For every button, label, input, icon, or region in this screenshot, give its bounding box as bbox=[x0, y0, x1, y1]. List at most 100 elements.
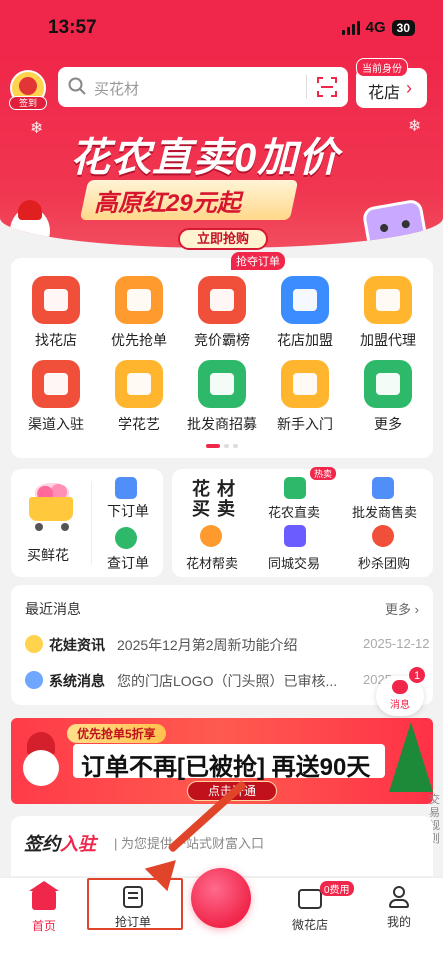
check-order-link[interactable]: 查订单 bbox=[107, 553, 149, 573]
book-icon bbox=[281, 360, 329, 408]
grid-item-more[interactable]: 更多 bbox=[347, 360, 429, 434]
flower-bouquet-decoration bbox=[322, 246, 366, 248]
recent-news-card: 最近消息 更多 › 花娃资讯 2025年12月第2周新功能介绍 2025-12-… bbox=[11, 585, 433, 705]
tab-label: 抢订单 bbox=[114, 915, 151, 929]
agent-icon bbox=[364, 276, 412, 324]
news-date: 2025-12-12 bbox=[363, 636, 430, 651]
grid-item-store-franchise[interactable]: 花店加盟 bbox=[264, 276, 346, 350]
mini-store-badge: 0费用 bbox=[320, 881, 354, 896]
christmas-tree-icon bbox=[389, 722, 433, 792]
news-item[interactable]: 系统消息 您的门店LOGO（门头照）已审核... 2025 bbox=[25, 669, 425, 691]
grid-item-label: 渠道入驻 bbox=[28, 416, 84, 432]
feature-grid: 找花店 优先抢单 竞价霸榜 花店加盟 加盟代理 抢夺订单 渠道入驻 学花艺 批发… bbox=[11, 252, 433, 458]
tab-grab-orders[interactable]: 抢订单 bbox=[93, 886, 173, 930]
snowflake-icon: ❄ bbox=[30, 120, 44, 137]
shortcut-card-left: 买鲜花 下订单 查订单 bbox=[11, 469, 163, 577]
banner-title: 花农直卖0加价 bbox=[70, 136, 340, 180]
wholesaler-sale-link[interactable]: 批发商售卖 bbox=[352, 502, 417, 521]
local-trade-link[interactable]: 同城交易 bbox=[268, 553, 320, 572]
flash-group-link[interactable]: 秒杀团购 bbox=[358, 553, 410, 572]
grid-item-priority-grab[interactable]: 优先抢单 bbox=[98, 276, 180, 350]
tab-label: 首页 bbox=[31, 919, 56, 933]
scan-icon[interactable] bbox=[316, 76, 338, 98]
grid-pager bbox=[206, 444, 238, 448]
sign-join-section[interactable]: 签约入驻 | 为您提供一站式财富入口 bbox=[11, 816, 433, 876]
home-icon bbox=[29, 881, 59, 914]
grab-order-badge: 抢夺订单 bbox=[231, 252, 285, 270]
snowflake-icon: ❄ bbox=[408, 118, 422, 135]
huawa-avatar-icon bbox=[25, 635, 43, 653]
santa-icon bbox=[15, 732, 71, 792]
grid-item-label: 加盟代理 bbox=[360, 332, 416, 348]
material-help-link[interactable]: 花材帮卖 bbox=[186, 553, 238, 572]
grid-item-bidding-rank[interactable]: 竞价霸榜 bbox=[181, 276, 263, 350]
system-avatar-icon bbox=[25, 671, 43, 689]
grid-item-franchise-agent[interactable]: 加盟代理 bbox=[347, 276, 429, 350]
search-input[interactable]: 买花材 bbox=[58, 67, 348, 107]
grid-item-beginner-guide[interactable]: 新手入门 bbox=[264, 360, 346, 434]
news-more-label: 更多 bbox=[385, 602, 412, 617]
grid-item-label: 找花店 bbox=[35, 332, 77, 348]
news-text: 2025年12月第2周新功能介绍 bbox=[117, 637, 298, 653]
news-more-link[interactable]: 更多 › bbox=[385, 599, 419, 618]
promo-main-text: 订单不再[已被抢] 再送90天 bbox=[81, 754, 371, 781]
role-switch-button[interactable]: 当前身份 花店 › bbox=[356, 58, 427, 108]
tab-me[interactable]: 我的 bbox=[359, 886, 439, 930]
news-text: 您的门店LOGO（门头照）已审核... bbox=[117, 673, 338, 689]
hot-sale-badge: 热卖 bbox=[310, 467, 337, 480]
grid-item-label: 花店加盟 bbox=[277, 332, 333, 348]
battery-icon: 30 bbox=[391, 19, 415, 36]
grid-item-label: 竞价霸榜 bbox=[194, 332, 250, 348]
buy-flowers-link[interactable]: 买鲜花 bbox=[27, 545, 69, 565]
place-order-link[interactable]: 下订单 bbox=[107, 501, 149, 521]
wholesaler-sale-icon bbox=[372, 477, 394, 499]
grid-item-label: 新手入门 bbox=[277, 416, 333, 432]
storefront-icon bbox=[297, 889, 323, 913]
search-divider bbox=[306, 75, 307, 99]
avatar-face-icon bbox=[19, 77, 37, 95]
grid-item-find-store[interactable]: 找花店 bbox=[15, 276, 97, 350]
news-source: 系统消息 bbox=[49, 673, 105, 689]
grid-item-label: 更多 bbox=[374, 416, 402, 432]
sign-title: 签约入驻 bbox=[24, 830, 96, 856]
network-type: 4G bbox=[365, 19, 386, 36]
banner-subtitle: 高原红29元起 bbox=[94, 190, 241, 217]
grid-item-floral-art[interactable]: 学花艺 bbox=[98, 360, 180, 434]
sign-title-highlight: 入驻 bbox=[60, 834, 96, 854]
check-order-icon bbox=[115, 527, 137, 549]
role-tag: 当前身份 bbox=[356, 58, 408, 77]
sign-in-badge[interactable]: 签到 bbox=[9, 96, 47, 110]
chevron-right-icon: › bbox=[406, 78, 412, 98]
promo-tag: 优先抢单5折享 bbox=[67, 724, 166, 743]
news-item[interactable]: 花娃资讯 2025年12月第2周新功能介绍 2025-12-12 bbox=[25, 633, 430, 655]
signal-icon bbox=[341, 20, 360, 35]
search-placeholder: 买花材 bbox=[94, 81, 140, 98]
status-indicators: 4G 30 bbox=[341, 19, 415, 36]
tab-home[interactable]: 首页 bbox=[4, 881, 84, 934]
message-count-badge: 1 bbox=[408, 666, 426, 684]
promo-banner[interactable]: 优先抢单5折享 订单不再[已被抢] 再送90天 点击开通 bbox=[11, 718, 433, 804]
status-bar: 13:57 4G 30 bbox=[0, 0, 443, 58]
banner-cta-button[interactable]: 立即抢购 bbox=[178, 228, 268, 250]
farmer-direct-link[interactable]: 花农直卖 bbox=[268, 502, 320, 521]
crown-icon bbox=[281, 276, 329, 324]
place-order-icon bbox=[115, 477, 137, 499]
grid-item-label: 批发商招募 bbox=[187, 416, 257, 432]
center-action-button[interactable] bbox=[191, 868, 251, 928]
grid-item-channel-join[interactable]: 渠道入驻 bbox=[15, 360, 97, 434]
divider bbox=[91, 481, 92, 565]
grid-item-label: 学花艺 bbox=[118, 416, 160, 432]
grid-item-wholesaler-recruit[interactable]: 批发商招募 bbox=[181, 360, 263, 434]
news-source: 花娃资讯 bbox=[49, 637, 105, 653]
order-list-icon bbox=[120, 886, 146, 910]
megaphone-icon bbox=[198, 276, 246, 324]
store-search-icon bbox=[32, 276, 80, 324]
sign-title-prefix: 签约 bbox=[24, 834, 60, 854]
role-name: 花店 bbox=[368, 85, 401, 102]
tulip-icon bbox=[198, 360, 246, 408]
tab-label: 我的 bbox=[386, 915, 411, 929]
santa-decoration bbox=[10, 200, 50, 248]
farmer-direct-icon bbox=[284, 477, 306, 499]
graduation-cap-icon bbox=[115, 360, 163, 408]
search-icon bbox=[68, 77, 86, 95]
